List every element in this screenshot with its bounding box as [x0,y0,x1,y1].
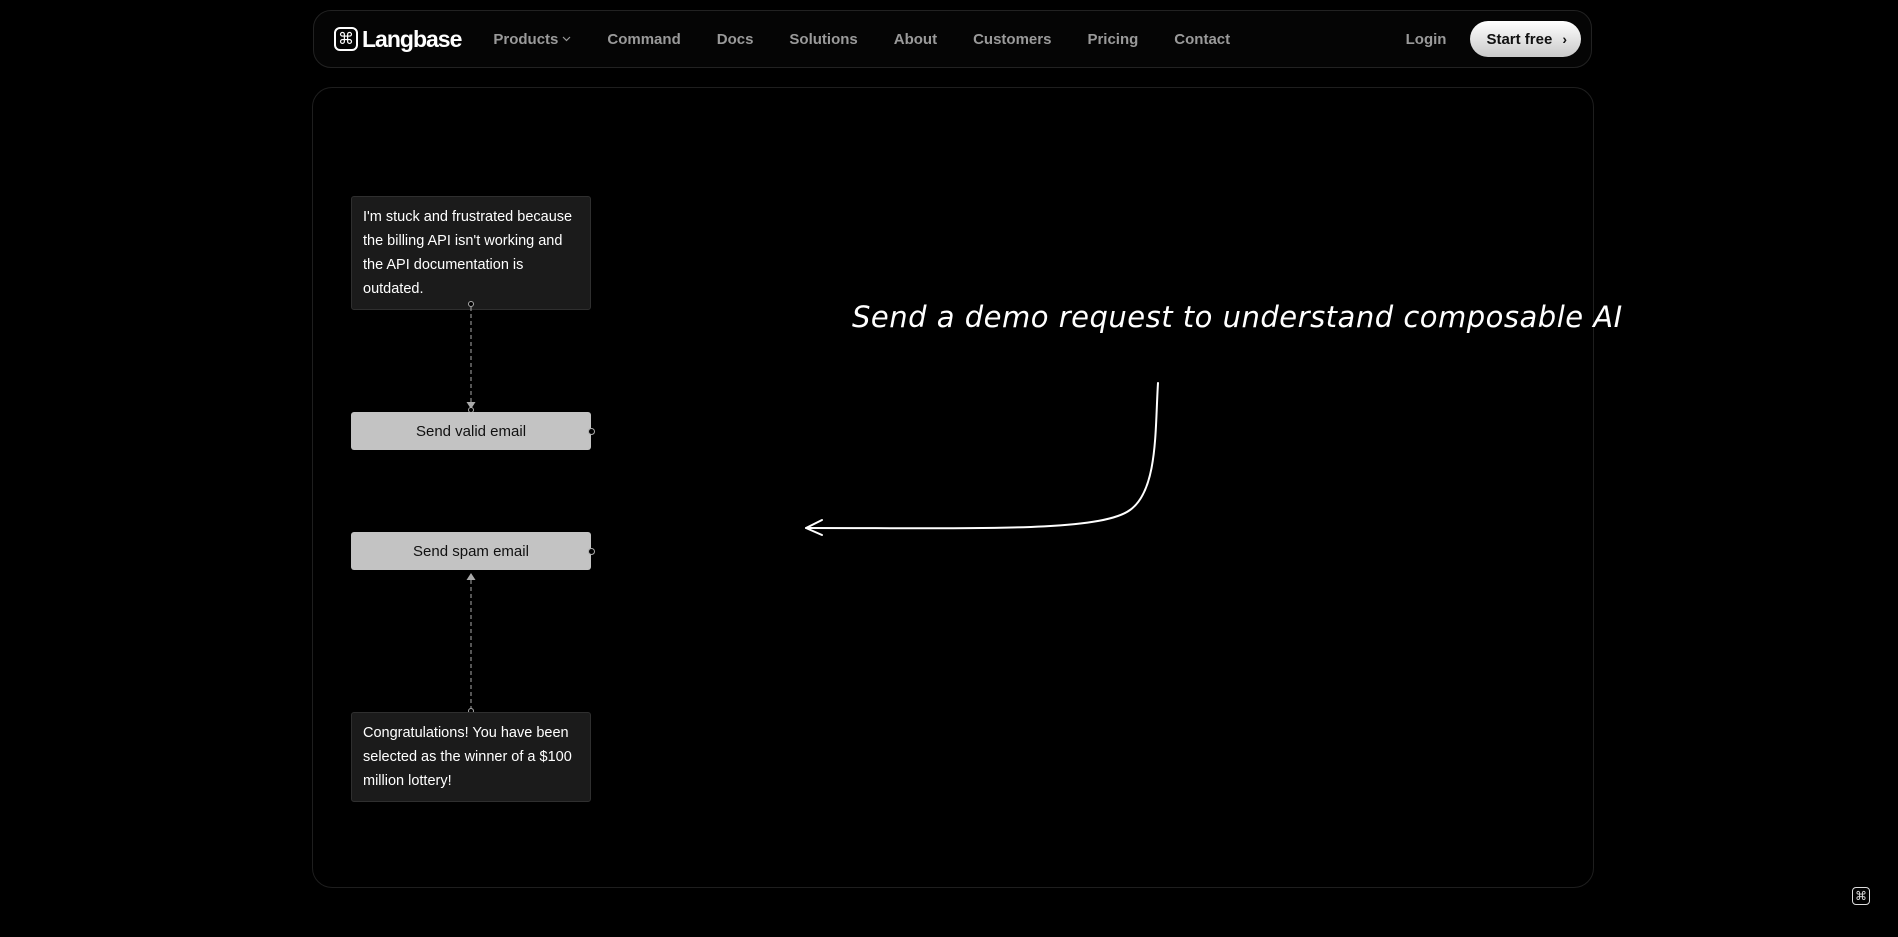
pointer-arrow-icon [805,382,1159,536]
command-menu-icon[interactable]: ⌘ [1852,887,1870,905]
